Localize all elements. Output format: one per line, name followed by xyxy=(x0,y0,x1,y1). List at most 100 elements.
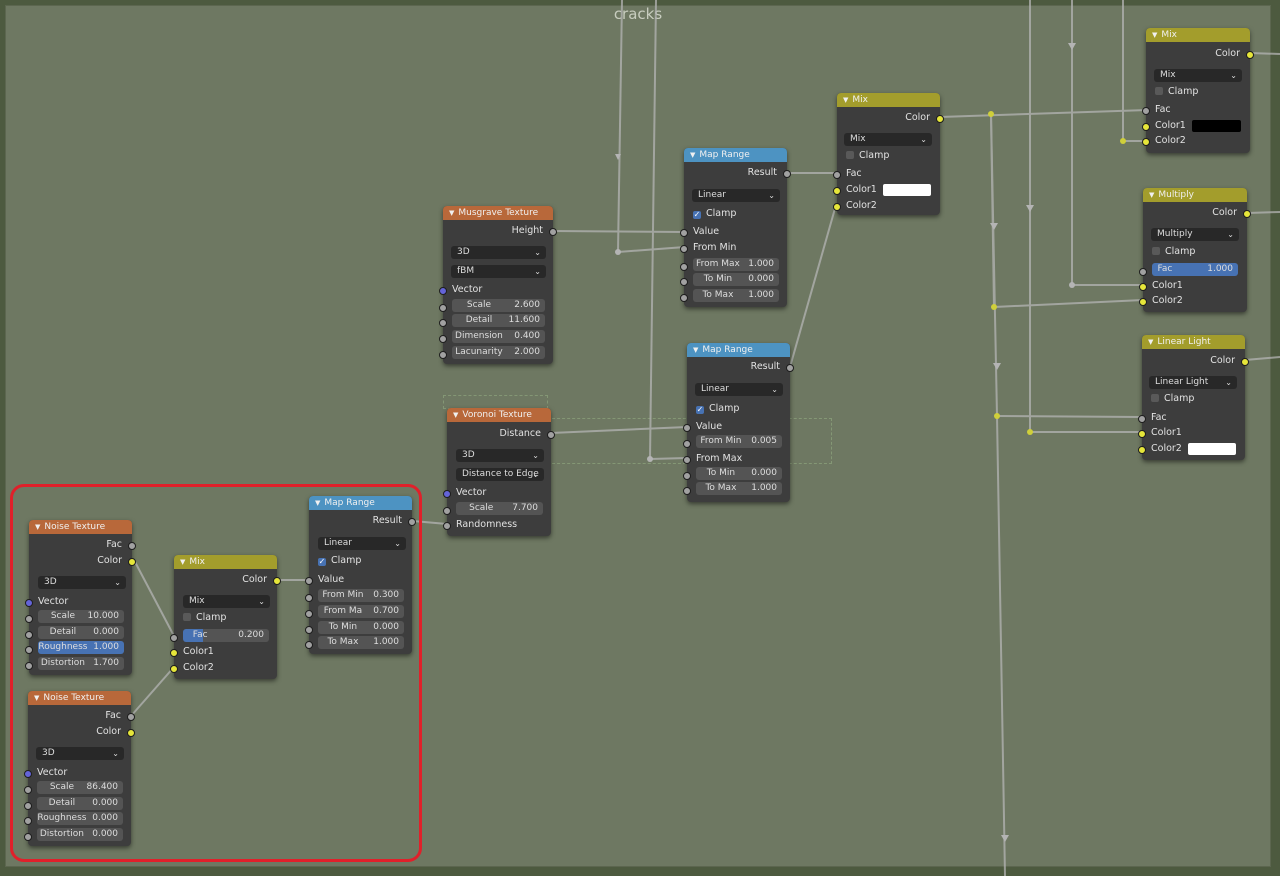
socket-icon[interactable] xyxy=(1142,106,1150,115)
socket-icon[interactable] xyxy=(683,439,691,448)
fac-field[interactable]: Fac 1.000 xyxy=(1139,263,1238,276)
checkbox-icon[interactable] xyxy=(846,151,854,159)
checkbox-icon[interactable] xyxy=(1152,247,1160,255)
node-header[interactable]: ▼ Map Range xyxy=(684,148,787,162)
collapse-triangle-icon[interactable]: ▼ xyxy=(843,93,848,107)
socket-icon[interactable] xyxy=(683,486,691,495)
dimension-field[interactable]: Dimension 0.400 xyxy=(439,330,545,343)
socket-icon[interactable] xyxy=(1138,445,1146,454)
socket-icon[interactable] xyxy=(439,286,447,295)
from-min-field[interactable]: From Min 0.005 xyxy=(683,435,782,448)
node-mix-top[interactable]: ▼ Mix Color Mix ⌄ Clamp Fac Color1 Color2 xyxy=(1142,28,1254,153)
checkmark-icon[interactable]: ✓ xyxy=(696,406,704,414)
socket-icon[interactable] xyxy=(549,227,557,236)
collapse-triangle-icon[interactable]: ▼ xyxy=(1148,335,1153,349)
socket-icon[interactable] xyxy=(683,423,691,432)
socket-icon[interactable] xyxy=(786,363,794,372)
node-header[interactable]: ▼ Mix xyxy=(1146,28,1250,42)
collapse-triangle-icon[interactable]: ▼ xyxy=(1152,28,1157,42)
dimensions-dropdown[interactable]: 3D ⌄ xyxy=(456,449,544,462)
checkbox-icon[interactable] xyxy=(1155,87,1163,95)
node-map-range-b[interactable]: ▼ Map Range Result Linear ⌄ ✓ Clamp Value F… xyxy=(683,343,794,502)
blend-mode-dropdown[interactable]: Mix ⌄ xyxy=(844,133,932,146)
socket-icon[interactable] xyxy=(936,114,944,123)
clamp-checkbox[interactable]: Clamp xyxy=(1146,84,1250,99)
node-header[interactable]: ▼ Musgrave Texture xyxy=(443,206,553,220)
socket-icon[interactable] xyxy=(1243,209,1251,218)
node-header[interactable]: ▼ Multiply xyxy=(1143,188,1247,202)
clamp-checkbox[interactable]: Clamp xyxy=(1142,391,1245,406)
node-header[interactable]: ▼ Mix xyxy=(837,93,940,107)
socket-icon[interactable] xyxy=(443,521,451,530)
node-linear-light[interactable]: ▼ Linear Light Color Linear Light ⌄ Clamp … xyxy=(1138,335,1249,460)
color2-swatch[interactable] xyxy=(1188,443,1236,455)
socket-icon[interactable] xyxy=(443,506,451,515)
scale-field[interactable]: Scale 7.700 xyxy=(443,502,543,515)
socket-icon[interactable] xyxy=(1142,122,1150,131)
socket-icon[interactable] xyxy=(680,277,688,286)
to-min-field[interactable]: To Min 0.000 xyxy=(683,467,782,480)
node-editor-canvas[interactable]: cracks ▼ Noise Texture Fac Color 3D ⌄ Ve… xyxy=(0,0,1280,876)
color1-swatch[interactable] xyxy=(1192,120,1241,132)
musgrave-type-dropdown[interactable]: fBM ⌄ xyxy=(451,265,546,278)
socket-icon[interactable] xyxy=(1139,267,1147,276)
node-header[interactable]: ▼ Map Range xyxy=(687,343,790,357)
node-map-range-a[interactable]: ▼ Map Range Result Linear ⌄ ✓ Clamp Value F… xyxy=(680,148,791,307)
clamp-checkbox[interactable]: ✓ Clamp xyxy=(684,206,787,221)
from-max-field[interactable]: From Max 1.000 xyxy=(680,258,779,271)
checkbox-icon[interactable] xyxy=(1151,394,1159,402)
node-header[interactable]: ▼ Linear Light xyxy=(1142,335,1245,349)
blend-mode-dropdown[interactable]: Linear Light ⌄ xyxy=(1149,376,1237,389)
socket-icon[interactable] xyxy=(443,489,451,498)
checkmark-icon[interactable]: ✓ xyxy=(693,211,701,219)
node-voronoi-texture[interactable]: ▼ Voronoi Texture Distance 3D ⌄ Distance t… xyxy=(443,408,555,536)
blend-mode-dropdown[interactable]: Mix ⌄ xyxy=(1154,69,1242,82)
socket-icon[interactable] xyxy=(833,170,841,179)
feature-dropdown[interactable]: Distance to Edge ⌄ xyxy=(456,468,544,481)
socket-icon[interactable] xyxy=(1139,282,1147,291)
detail-field[interactable]: Detail 11.600 xyxy=(439,314,545,327)
node-mix-mid[interactable]: ▼ Mix Color Mix ⌄ Clamp Fac Color1 Color2 xyxy=(833,93,944,215)
socket-icon[interactable] xyxy=(833,186,841,195)
collapse-triangle-icon[interactable]: ▼ xyxy=(693,343,698,357)
clamp-checkbox[interactable]: ✓ Clamp xyxy=(687,401,790,416)
socket-icon[interactable] xyxy=(1138,414,1146,423)
scale-field[interactable]: Scale 2.600 xyxy=(439,299,545,312)
socket-icon[interactable] xyxy=(547,430,555,439)
socket-icon[interactable] xyxy=(680,244,688,253)
dimensions-dropdown[interactable]: 3D ⌄ xyxy=(451,246,546,259)
interpolation-dropdown[interactable]: Linear ⌄ xyxy=(695,383,783,396)
socket-icon[interactable] xyxy=(439,303,447,312)
socket-icon[interactable] xyxy=(680,262,688,271)
socket-icon[interactable] xyxy=(683,455,691,464)
socket-icon[interactable] xyxy=(783,169,791,178)
collapse-triangle-icon[interactable]: ▼ xyxy=(1149,188,1154,202)
collapse-triangle-icon[interactable]: ▼ xyxy=(690,148,695,162)
socket-icon[interactable] xyxy=(680,228,688,237)
node-musgrave-texture[interactable]: ▼ Musgrave Texture Height 3D ⌄ fBM ⌄ Vector… xyxy=(439,206,557,364)
socket-icon[interactable] xyxy=(439,334,447,343)
socket-icon[interactable] xyxy=(439,350,447,359)
socket-icon[interactable] xyxy=(1138,429,1146,438)
lacunarity-field[interactable]: Lacunarity 2.000 xyxy=(439,346,545,359)
interpolation-dropdown[interactable]: Linear ⌄ xyxy=(692,189,780,202)
socket-icon[interactable] xyxy=(1241,357,1249,366)
socket-icon[interactable] xyxy=(1246,50,1254,59)
clamp-checkbox[interactable]: Clamp xyxy=(1143,244,1247,259)
to-max-field[interactable]: To Max 1.000 xyxy=(680,289,779,302)
color1-swatch[interactable] xyxy=(883,184,931,196)
clamp-checkbox[interactable]: Clamp xyxy=(837,148,940,163)
to-max-field[interactable]: To Max 1.000 xyxy=(683,482,782,495)
socket-icon[interactable] xyxy=(833,202,841,211)
socket-icon[interactable] xyxy=(1139,297,1147,306)
socket-icon[interactable] xyxy=(1142,137,1150,146)
to-min-field[interactable]: To Min 0.000 xyxy=(680,273,779,286)
socket-icon[interactable] xyxy=(439,318,447,327)
node-multiply[interactable]: ▼ Multiply Color Multiply ⌄ Clamp Fac 1.000… xyxy=(1139,188,1251,312)
socket-icon[interactable] xyxy=(680,293,688,302)
collapse-triangle-icon[interactable]: ▼ xyxy=(449,206,454,220)
blend-mode-dropdown[interactable]: Multiply ⌄ xyxy=(1151,228,1239,241)
node-header[interactable]: ▼ Voronoi Texture xyxy=(447,408,551,422)
socket-icon[interactable] xyxy=(683,471,691,480)
collapse-triangle-icon[interactable]: ▼ xyxy=(453,408,458,422)
